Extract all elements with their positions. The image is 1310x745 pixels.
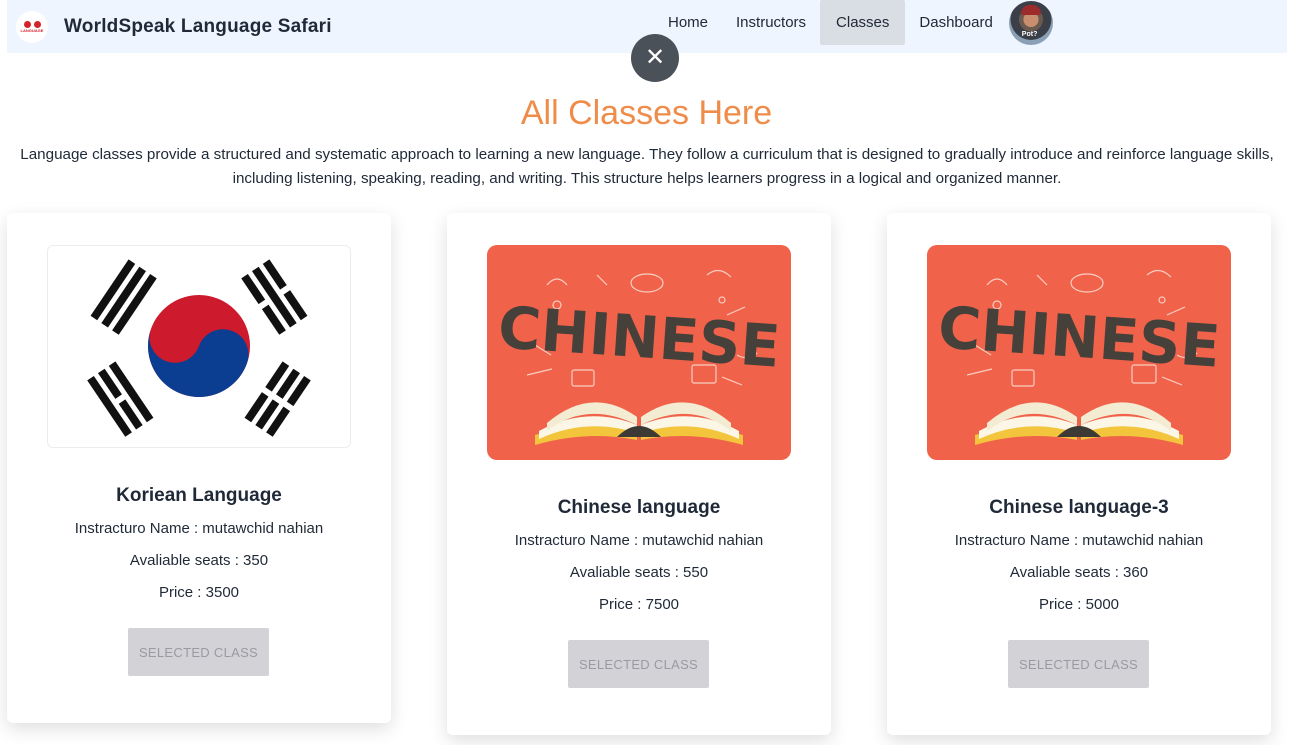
chinese-book-image: CHINESE	[927, 245, 1231, 460]
class-price: Price : 3500	[158, 584, 240, 601]
class-price: Price : 5000	[1038, 596, 1120, 613]
avatar-shirt-text: Pot?	[1021, 30, 1038, 38]
class-instructor: Instracturo Name : mutawchid nahian	[74, 520, 324, 537]
class-title: Chinese language	[557, 497, 721, 518]
page-intro: Language classes provide a structured an…	[20, 146, 1274, 187]
class-instructor: Instracturo Name : mutawchid nahian	[954, 532, 1204, 549]
close-icon[interactable]: ✕	[631, 34, 679, 82]
selected-class-button[interactable]: SELECTED CLASS	[1008, 640, 1149, 688]
class-card-korean: Koriean Language Instracturo Name : muta…	[7, 213, 391, 723]
user-avatar[interactable]: Pot?	[1008, 0, 1053, 45]
nav-instructors[interactable]: Instructors	[722, 0, 820, 45]
korean-flag-icon	[87, 259, 311, 437]
chinese-book-icon: CHINESE	[936, 269, 1222, 445]
selected-class-button[interactable]: SELECTED CLASS	[568, 640, 709, 688]
class-seats: Avaliable seats : 350	[129, 552, 269, 569]
page-title: All Classes Here	[520, 94, 773, 132]
nav-classes[interactable]: Classes	[820, 0, 906, 45]
chinese-image-text: CHINESE	[936, 293, 1222, 381]
class-seats: Avaliable seats : 550	[569, 564, 709, 581]
nav-dashboard[interactable]: Dashboard	[905, 0, 1006, 45]
class-card-chinese-3: CHINESE Chinese language-3 Instracturo N…	[887, 213, 1271, 735]
class-title: Chinese language-3	[989, 497, 1169, 518]
selected-class-button[interactable]: SELECTED CLASS	[128, 628, 269, 676]
nav-menu: Home Instructors Classes Dashboard Pot?	[654, 0, 1053, 45]
chinese-book-icon: CHINESE	[496, 269, 782, 445]
chinese-book-image: CHINESE	[487, 245, 791, 460]
brand-name[interactable]: WorldSpeak Language Safari	[64, 16, 332, 38]
brand-logo-icon: LANGUAGE	[16, 10, 48, 43]
class-seats: Avaliable seats : 360	[1009, 564, 1149, 581]
brand[interactable]: LANGUAGE WorldSpeak Language Safari	[16, 10, 332, 43]
class-instructor: Instracturo Name : mutawchid nahian	[514, 532, 764, 549]
class-card-chinese: CHINESE Chinese language Instracturo Nam…	[447, 213, 831, 735]
korean-flag-image	[47, 245, 351, 448]
class-price: Price : 7500	[598, 596, 680, 613]
class-title: Koriean Language	[116, 485, 282, 506]
chinese-image-text: CHINESE	[496, 293, 782, 381]
brand-logo-text: LANGUAGE	[20, 27, 44, 33]
